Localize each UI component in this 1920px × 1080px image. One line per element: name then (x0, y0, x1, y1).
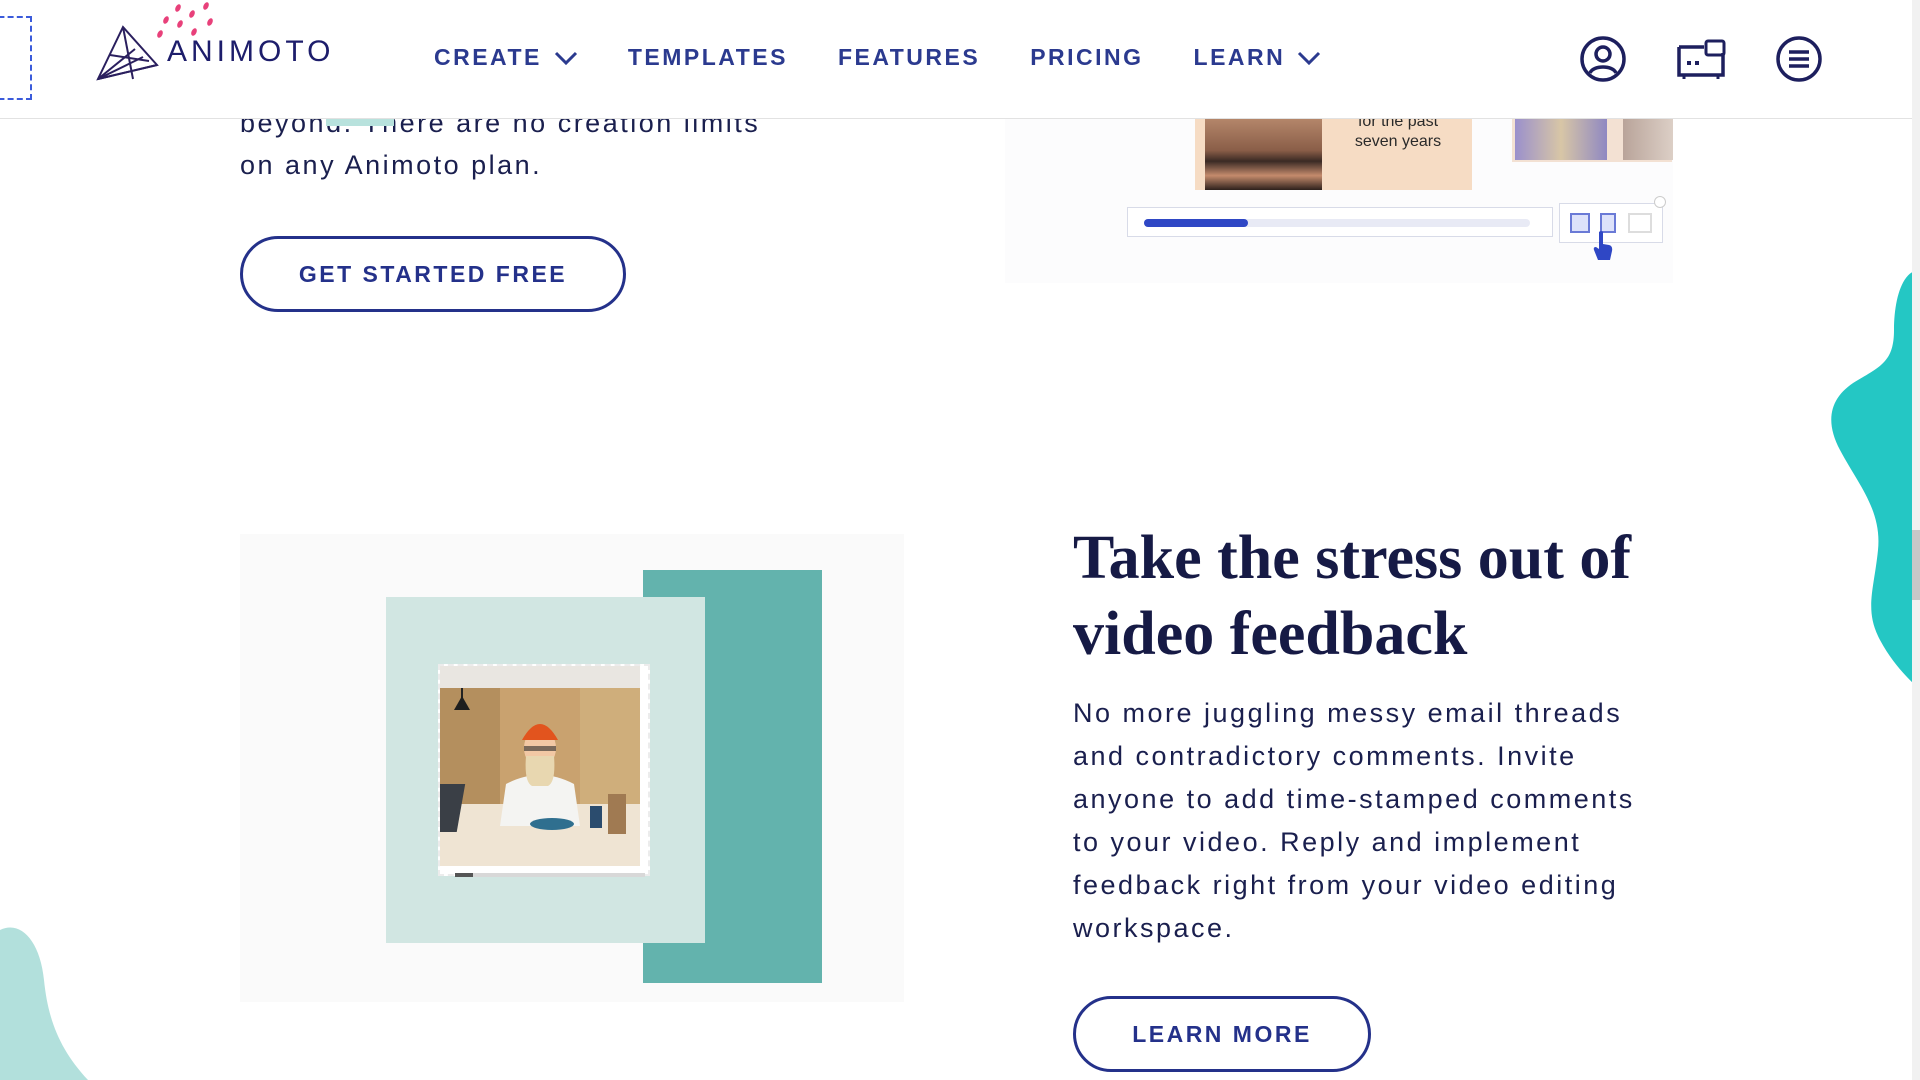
video-thumbnail (440, 666, 640, 866)
mint-blob-decoration (0, 927, 88, 1080)
nav-features[interactable]: FEATURES (838, 44, 980, 71)
confetti-decoration (157, 2, 213, 38)
nav-create-label: CREATE (434, 44, 542, 70)
feature-body: No more juggling messy email threads and… (1073, 692, 1693, 950)
chevron-down-icon (1298, 51, 1321, 65)
body-line: and contradictory comments. Invite (1073, 741, 1577, 771)
nav-icon-group (1530, 34, 1824, 84)
menu-button[interactable] (1774, 34, 1824, 84)
body-line: workspace. (1073, 913, 1235, 943)
video-progress-bar (455, 873, 645, 877)
learn-more-button[interactable]: LEARN MORE (1073, 996, 1371, 1072)
get-started-free-button[interactable]: GET STARTED FREE (240, 236, 626, 312)
body-line: feedback right from your video editing (1073, 870, 1619, 900)
pointer-hand-icon (1593, 231, 1613, 260)
nav-learn-label: LEARN (1193, 44, 1286, 70)
nav-templates-label: TEMPLATES (627, 44, 788, 70)
grid-view-icon (1570, 213, 1590, 233)
nav-create[interactable]: CREATE (434, 44, 578, 71)
nav-learn[interactable]: LEARN (1194, 44, 1322, 71)
headline-line-2: video feedback (1073, 600, 1468, 668)
teal-blob-decoration (1831, 270, 1920, 690)
dashed-decoration (0, 16, 32, 100)
headline-line-1: Take the stress out of (1073, 524, 1632, 592)
wide-view-icon (1628, 213, 1652, 233)
timeline-bar (1127, 207, 1553, 237)
account-button[interactable] (1578, 34, 1628, 84)
top-navbar: ANIMOTO CREATE TEMPLATES FEATURES PRICIN… (0, 0, 1912, 119)
video-library-button[interactable] (1676, 34, 1726, 84)
feature-headline: Take the stress out of video feedback (1073, 520, 1713, 672)
account-icon (1580, 36, 1626, 82)
timeline-track (1144, 219, 1530, 227)
nav-pricing-label: PRICING (1030, 44, 1144, 70)
main-nav: CREATE TEMPLATES FEATURES PRICING LEARN (434, 44, 1371, 71)
woman-at-desk-image (440, 666, 640, 866)
body-line: to your video. Reply and implement (1073, 827, 1582, 857)
slide-thumbnail-3 (1623, 118, 1673, 160)
nav-pricing[interactable]: PRICING (1030, 44, 1143, 71)
nav-templates[interactable]: TEMPLATES (628, 44, 788, 71)
menu-icon (1776, 36, 1822, 82)
video-progress-fill (455, 873, 473, 877)
party-lights-image (1515, 118, 1607, 160)
intro-line-2: on any Animoto plan. (240, 150, 543, 180)
close-dot-icon (1654, 196, 1666, 208)
city-skyline-image (1205, 118, 1322, 190)
page-scrollbar[interactable] (1912, 0, 1920, 1080)
chevron-down-icon (554, 51, 577, 65)
slide-caption-line-2: seven years (1354, 133, 1442, 150)
body-line: anyone to add time-stamped comments (1073, 784, 1635, 814)
body-line: No more juggling messy email threads (1073, 698, 1623, 728)
scrollbar-thumb[interactable] (1912, 530, 1920, 600)
timeline-progress (1144, 219, 1249, 227)
nav-features-label: FEATURES (837, 44, 981, 70)
video-library-icon (1677, 39, 1726, 79)
